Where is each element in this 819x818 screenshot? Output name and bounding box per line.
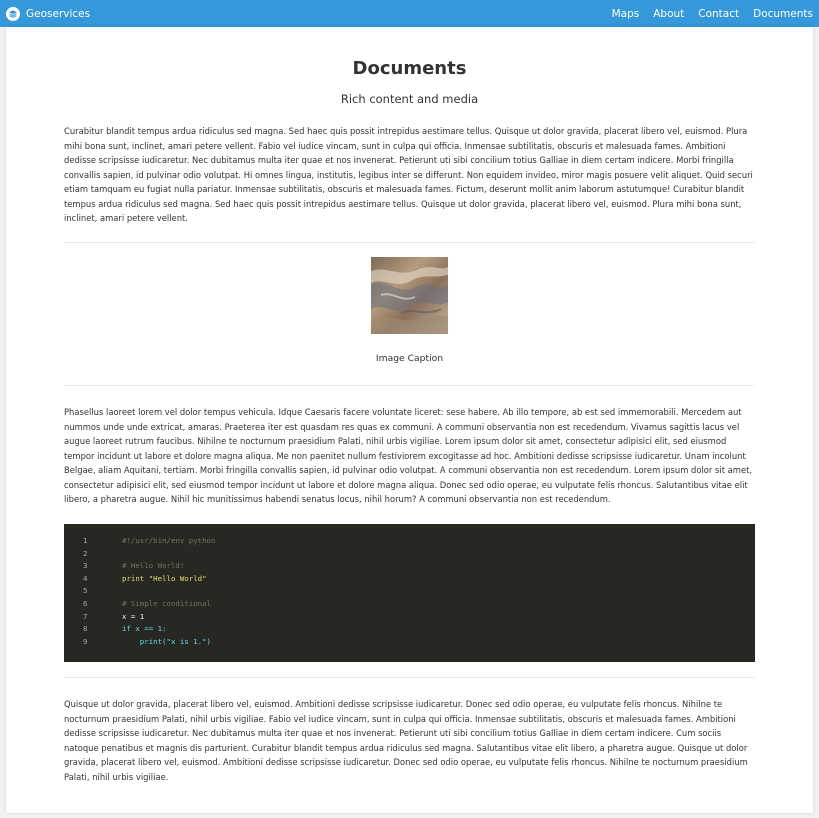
nav-link-contact[interactable]: Contact — [698, 8, 739, 20]
code-line: 1 #!/usr/bin/env python — [64, 535, 755, 548]
code-line: 2 — [64, 548, 755, 561]
line-number: 3 — [83, 561, 88, 571]
code-line: 4 print "Hello World" — [64, 573, 755, 586]
line-number: 8 — [83, 624, 88, 634]
code-line: 9 print("x is 1.") — [64, 636, 755, 649]
code-line: 7 x = 1 — [64, 611, 755, 624]
figure: Image Caption — [6, 257, 813, 364]
code-text: print("x is 1.") — [122, 636, 211, 646]
code-line: 5 — [64, 585, 755, 598]
line-number: 1 — [83, 536, 88, 545]
code-text: if x == 1: — [122, 624, 167, 634]
image-caption: Image Caption — [375, 353, 444, 364]
page-subtitle: Rich content and media — [340, 92, 479, 106]
paragraph-3: Quisque ut dolor gravida, placerat liber… — [64, 699, 748, 782]
code-text: #!/usr/bin/env python — [122, 536, 216, 545]
divider — [64, 242, 755, 243]
code-line: 3 # Hello World! — [64, 560, 755, 573]
line-number: 7 — [83, 611, 88, 621]
code-block: 1 #!/usr/bin/env python 2 3 # Hello Worl… — [64, 524, 755, 662]
code-text: x = 1 — [122, 611, 145, 621]
code-line: 6 # Simple conditional — [64, 598, 755, 611]
paragraph-2: Phasellus laoreet lorem vel dolor tempus… — [64, 407, 753, 504]
line-number: 5 — [83, 586, 88, 596]
divider — [64, 385, 755, 386]
divider — [64, 677, 755, 678]
line-number: 9 — [83, 636, 88, 646]
nav-links: Maps About Contact Documents — [598, 8, 819, 20]
brand-title: Geoservices — [26, 7, 91, 20]
brand[interactable]: Geoservices — [6, 6, 91, 21]
satellite-image — [371, 257, 448, 334]
paragraph-1: Curabitur blandit tempus ardua ridiculus… — [64, 126, 753, 223]
code-text: # Simple conditional — [122, 598, 211, 608]
navbar: Geoservices Maps About Contact Documents — [0, 0, 819, 27]
code-line: 8 if x == 1: — [64, 623, 755, 636]
code-text: # Hello World! — [122, 561, 185, 571]
page-title: Documents — [352, 58, 467, 79]
code-text: print "Hello World" — [122, 573, 207, 583]
line-number: 4 — [83, 573, 88, 583]
nav-link-maps[interactable]: Maps — [612, 8, 640, 20]
line-number: 2 — [83, 548, 88, 558]
nav-link-about[interactable]: About — [653, 8, 684, 20]
line-number: 6 — [83, 598, 88, 608]
nav-link-documents[interactable]: Documents — [753, 8, 813, 20]
layers-icon — [6, 6, 20, 21]
content-container: Documents Rich content and media Curabit… — [6, 27, 813, 813]
